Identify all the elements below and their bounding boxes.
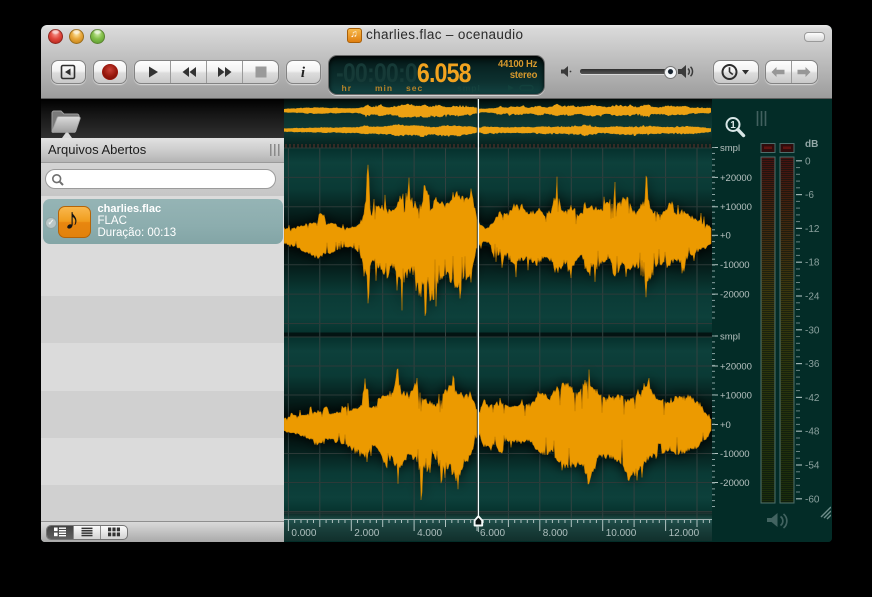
svg-text:0.000: 0.000	[291, 528, 316, 539]
svg-text:6.000: 6.000	[480, 528, 505, 539]
svg-text:smpl: smpl	[720, 331, 740, 342]
svg-text:smpl: smpl	[720, 143, 740, 154]
svg-text:-10000: -10000	[720, 449, 750, 460]
svg-text:10.000: 10.000	[606, 528, 637, 539]
svg-text:-12: -12	[805, 224, 820, 235]
svg-text:-30: -30	[805, 325, 820, 336]
svg-text:0: 0	[805, 156, 811, 167]
svg-text:12.000: 12.000	[669, 528, 700, 539]
svg-text:+20000: +20000	[720, 361, 752, 372]
svg-text:1: 1	[730, 120, 736, 131]
svg-text:-48: -48	[805, 427, 820, 438]
svg-text:-24: -24	[805, 292, 820, 303]
svg-text:-42: -42	[805, 393, 820, 404]
svg-text:+0: +0	[720, 231, 731, 242]
svg-text:-54: -54	[805, 461, 820, 472]
svg-text:2.000: 2.000	[354, 528, 379, 539]
svg-text:8.000: 8.000	[543, 528, 568, 539]
svg-text:-36: -36	[805, 359, 820, 370]
svg-text:+10000: +10000	[720, 202, 752, 213]
svg-text:+10000: +10000	[720, 390, 752, 401]
svg-text:4.000: 4.000	[417, 528, 442, 539]
svg-text:-6: -6	[805, 190, 814, 201]
svg-text:-60: -60	[805, 494, 820, 505]
svg-text:-20000: -20000	[720, 478, 750, 489]
svg-text:+0: +0	[720, 420, 731, 431]
svg-text:-18: -18	[805, 258, 820, 269]
svg-text:i: i	[301, 65, 306, 80]
svg-text:-10000: -10000	[720, 260, 750, 271]
svg-text:+20000: +20000	[720, 173, 752, 184]
svg-text:dB: dB	[805, 139, 818, 150]
svg-text:-20000: -20000	[720, 290, 750, 301]
